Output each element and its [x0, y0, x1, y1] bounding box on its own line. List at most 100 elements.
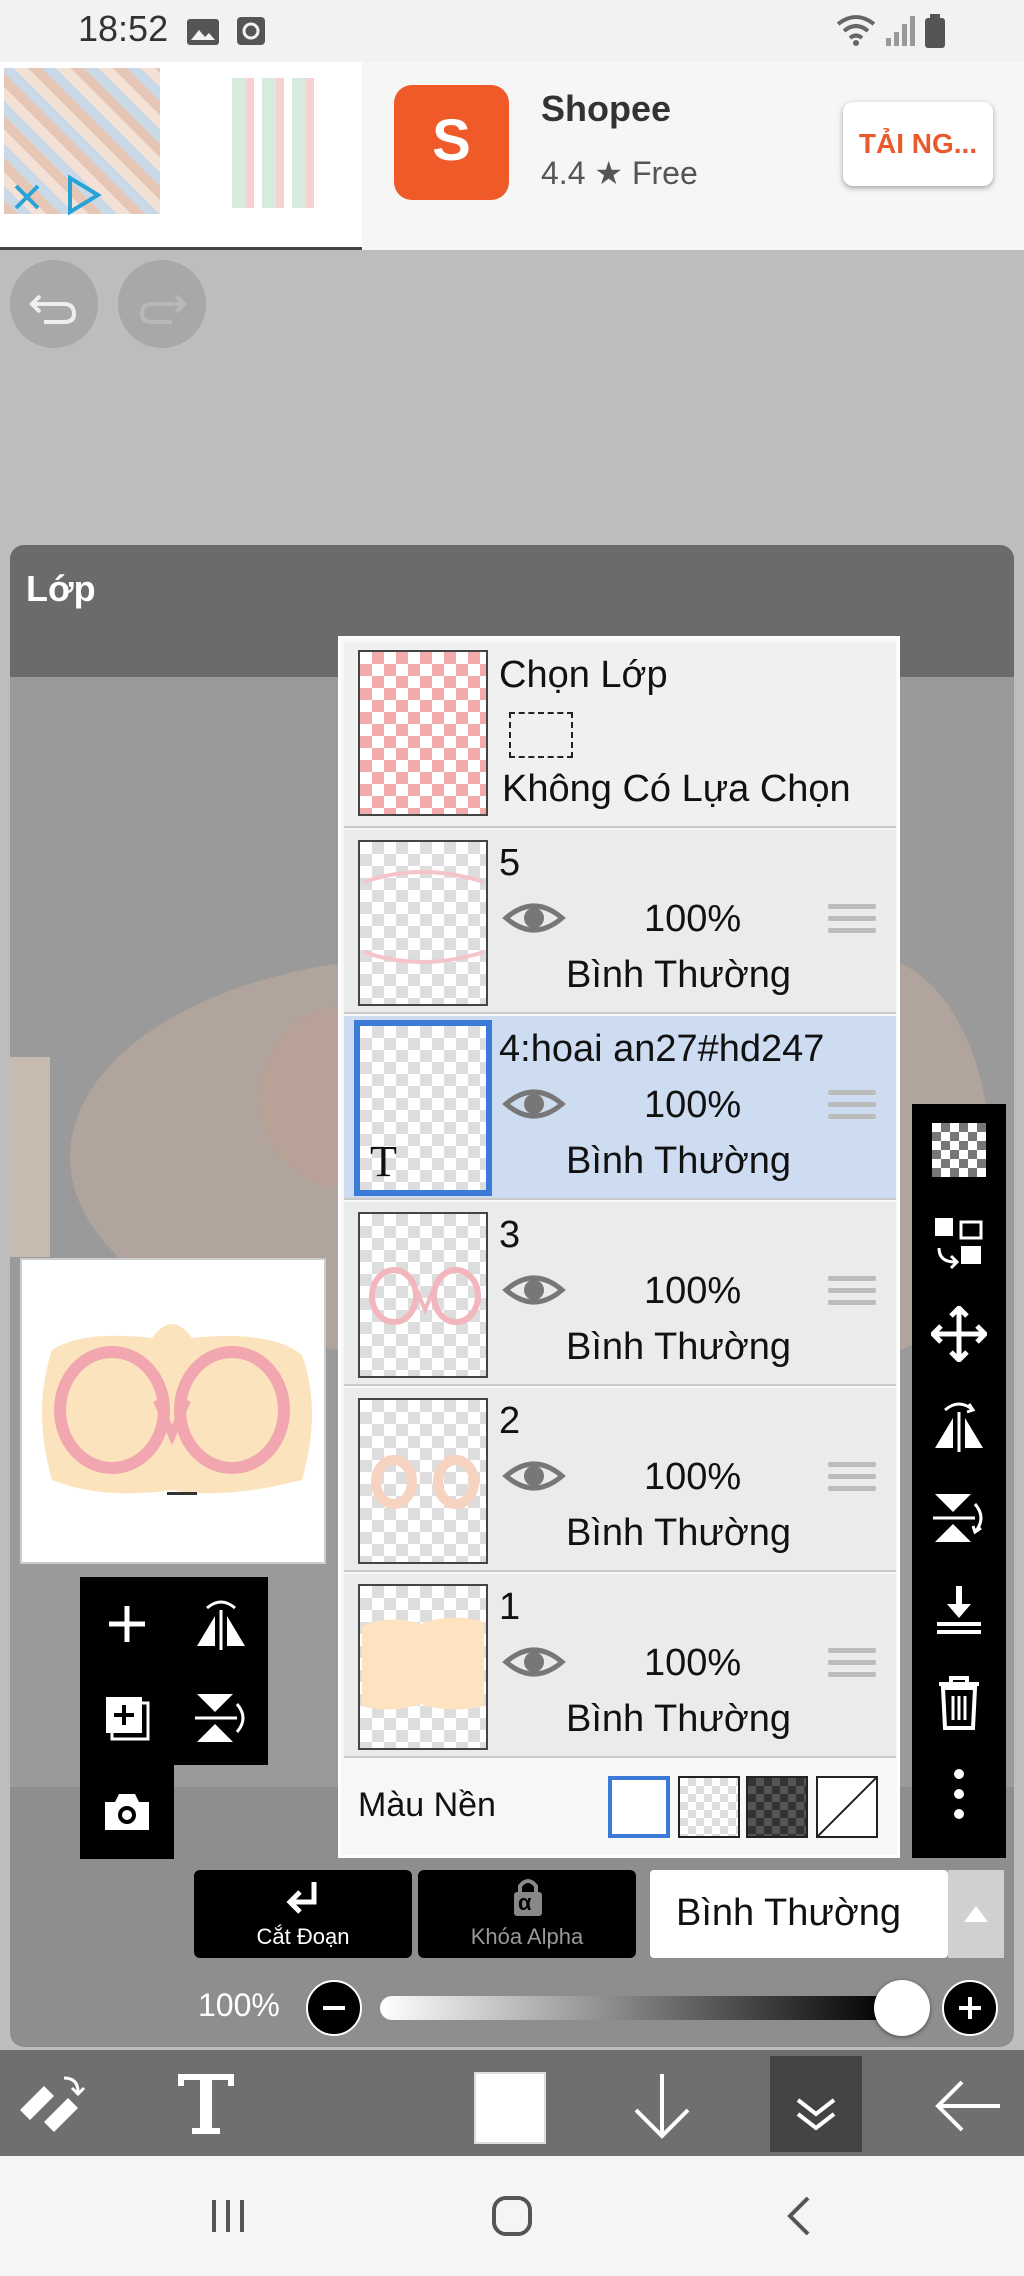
selection-marquee-icon — [509, 712, 573, 758]
caret-up-icon — [964, 1906, 988, 1922]
text-icon — [178, 2074, 234, 2134]
layer-opacity: 100% — [644, 898, 742, 940]
redo-button[interactable] — [118, 260, 206, 348]
flip-vertical-icon — [195, 1694, 245, 1742]
move-layer-content-button[interactable] — [912, 1202, 1006, 1282]
merge-down-icon — [937, 1586, 981, 1634]
layer-opacity: 100% — [644, 1084, 742, 1126]
opacity-decrease-button[interactable] — [306, 1980, 362, 2036]
bg-swatch-none[interactable] — [816, 1776, 878, 1838]
bg-swatch-white[interactable] — [608, 1776, 670, 1838]
checker-icon — [932, 1123, 986, 1177]
alpha-lock-label: Khóa Alpha — [470, 1924, 584, 1949]
blend-mode-dropdown-button[interactable] — [948, 1870, 1004, 1958]
bg-swatch-transparent[interactable] — [678, 1776, 740, 1838]
bg-swatch-dark[interactable] — [746, 1776, 808, 1838]
flip-layer-horizontal-button[interactable] — [174, 1577, 268, 1671]
brush-eraser-toggle-button[interactable] — [14, 2066, 94, 2142]
text-tool-button[interactable] — [166, 2062, 246, 2144]
app-notification-icon — [237, 17, 265, 45]
layer-name: 4:hoai an27#hd247 — [499, 1028, 825, 1070]
layers-toggle-button[interactable] — [770, 2056, 862, 2152]
visibility-eye-icon[interactable] — [502, 1268, 566, 1312]
move-button[interactable] — [912, 1294, 1006, 1374]
chevron-left-icon — [787, 2196, 810, 2236]
visibility-eye-icon[interactable] — [502, 896, 566, 940]
layer-opacity: 100% — [644, 1270, 742, 1312]
layer-blend-mode: Bình Thường — [566, 1326, 792, 1368]
flip-vertical-button[interactable] — [912, 1478, 1006, 1558]
layer-add-toolbar — [80, 1577, 268, 1765]
layer-thumbnail: T — [354, 1020, 492, 1196]
select-layer-row[interactable]: Chọn Lớp Không Có Lựa Chọn — [344, 642, 896, 828]
flip-horizontal-button[interactable] — [912, 1386, 1006, 1466]
visibility-eye-icon[interactable] — [502, 1082, 566, 1126]
plus-icon — [959, 1997, 981, 2019]
merge-down-button[interactable] — [912, 1570, 1006, 1650]
text-layer-badge: T — [370, 1137, 397, 1186]
drag-handle-icon[interactable] — [828, 1276, 876, 1314]
preview-artwork — [42, 1324, 312, 1495]
visibility-eye-icon[interactable] — [502, 1640, 566, 1684]
layer-row-selected[interactable]: T 4:hoai an27#hd247 100% Bình Thường — [344, 1016, 896, 1200]
undo-icon — [29, 294, 77, 324]
ad-choices-icon[interactable] — [60, 172, 106, 218]
shopee-logo[interactable]: S — [394, 85, 509, 200]
layer-blend-mode: Bình Thường — [566, 1512, 792, 1554]
move-down-button[interactable] — [622, 2066, 702, 2146]
ad-close-icon[interactable] — [12, 182, 42, 212]
background-color-label: Màu Nền — [358, 1786, 496, 1824]
layer-row[interactable]: 2 100% Bình Thường — [344, 1388, 896, 1572]
opacity-slider[interactable] — [380, 1996, 890, 2020]
layer-2-art — [371, 1455, 479, 1509]
clipping-arrow-icon — [286, 1882, 317, 1914]
layer-opacity: 100% — [644, 1456, 742, 1498]
layer-blend-mode: Bình Thường — [566, 1698, 792, 1740]
transparency-checker-button[interactable] — [912, 1110, 1006, 1190]
system-back-button[interactable] — [780, 2194, 820, 2238]
layer-row[interactable]: 3 100% Bình Thường — [344, 1202, 896, 1386]
drag-handle-icon[interactable] — [828, 1462, 876, 1500]
wifi-icon — [836, 15, 876, 46]
layer-thumbnail — [358, 840, 488, 1006]
duplicate-layer-button[interactable] — [80, 1671, 174, 1765]
alpha-lock-button[interactable]: α Khóa Alpha — [418, 1870, 636, 1958]
visibility-eye-icon[interactable] — [502, 1454, 566, 1498]
recent-apps-button[interactable] — [204, 2196, 254, 2236]
delete-layer-button[interactable] — [912, 1662, 1006, 1742]
blend-mode-select[interactable]: Bình Thường — [650, 1870, 948, 1958]
select-layer-title: Chọn Lớp — [499, 654, 668, 696]
ad-image-thumbnail-2[interactable] — [232, 78, 316, 208]
clipping-button[interactable]: Cắt Đoạn — [194, 1870, 412, 1958]
home-button[interactable] — [488, 2192, 536, 2240]
ad-install-button[interactable]: TẢI NG... — [843, 102, 993, 186]
layer-name: 1 — [499, 1586, 521, 1628]
layer-row[interactable]: 1 100% Bình Thường — [344, 1574, 896, 1758]
opacity-increase-button[interactable] — [942, 1980, 998, 2036]
layer-thumbnail — [358, 1212, 488, 1378]
alpha-symbol: α — [518, 1890, 532, 1915]
drag-handle-icon[interactable] — [828, 904, 876, 942]
drag-handle-icon[interactable] — [828, 1090, 876, 1128]
opacity-label: 100% — [198, 1987, 280, 2023]
none-slash-icon — [817, 1777, 877, 1837]
drag-handle-icon[interactable] — [828, 1648, 876, 1686]
flip-horizontal-icon — [935, 1402, 983, 1452]
home-icon — [492, 2196, 532, 2236]
gallery-icon — [187, 19, 219, 45]
swap-layer-icon — [935, 1218, 983, 1270]
add-layer-button[interactable] — [80, 1577, 174, 1671]
add-copy-icon — [106, 1697, 150, 1741]
canvas-preview[interactable] — [20, 1258, 326, 1564]
opacity-slider-knob[interactable] — [874, 1980, 930, 2036]
status-time: 18:52 — [78, 8, 169, 49]
flip-layer-vertical-button[interactable] — [174, 1671, 268, 1765]
back-button[interactable] — [928, 2066, 1008, 2146]
color-swatch-button[interactable] — [474, 2072, 546, 2144]
layer-row[interactable]: 5 100% Bình Thường — [344, 830, 896, 1014]
selection-status: Không Có Lựa Chọn — [502, 768, 851, 810]
ad-app-name: Shopee — [541, 88, 672, 129]
undo-button[interactable] — [10, 260, 98, 348]
more-options-button[interactable] — [912, 1754, 1006, 1834]
import-photo-button[interactable] — [80, 1765, 174, 1859]
